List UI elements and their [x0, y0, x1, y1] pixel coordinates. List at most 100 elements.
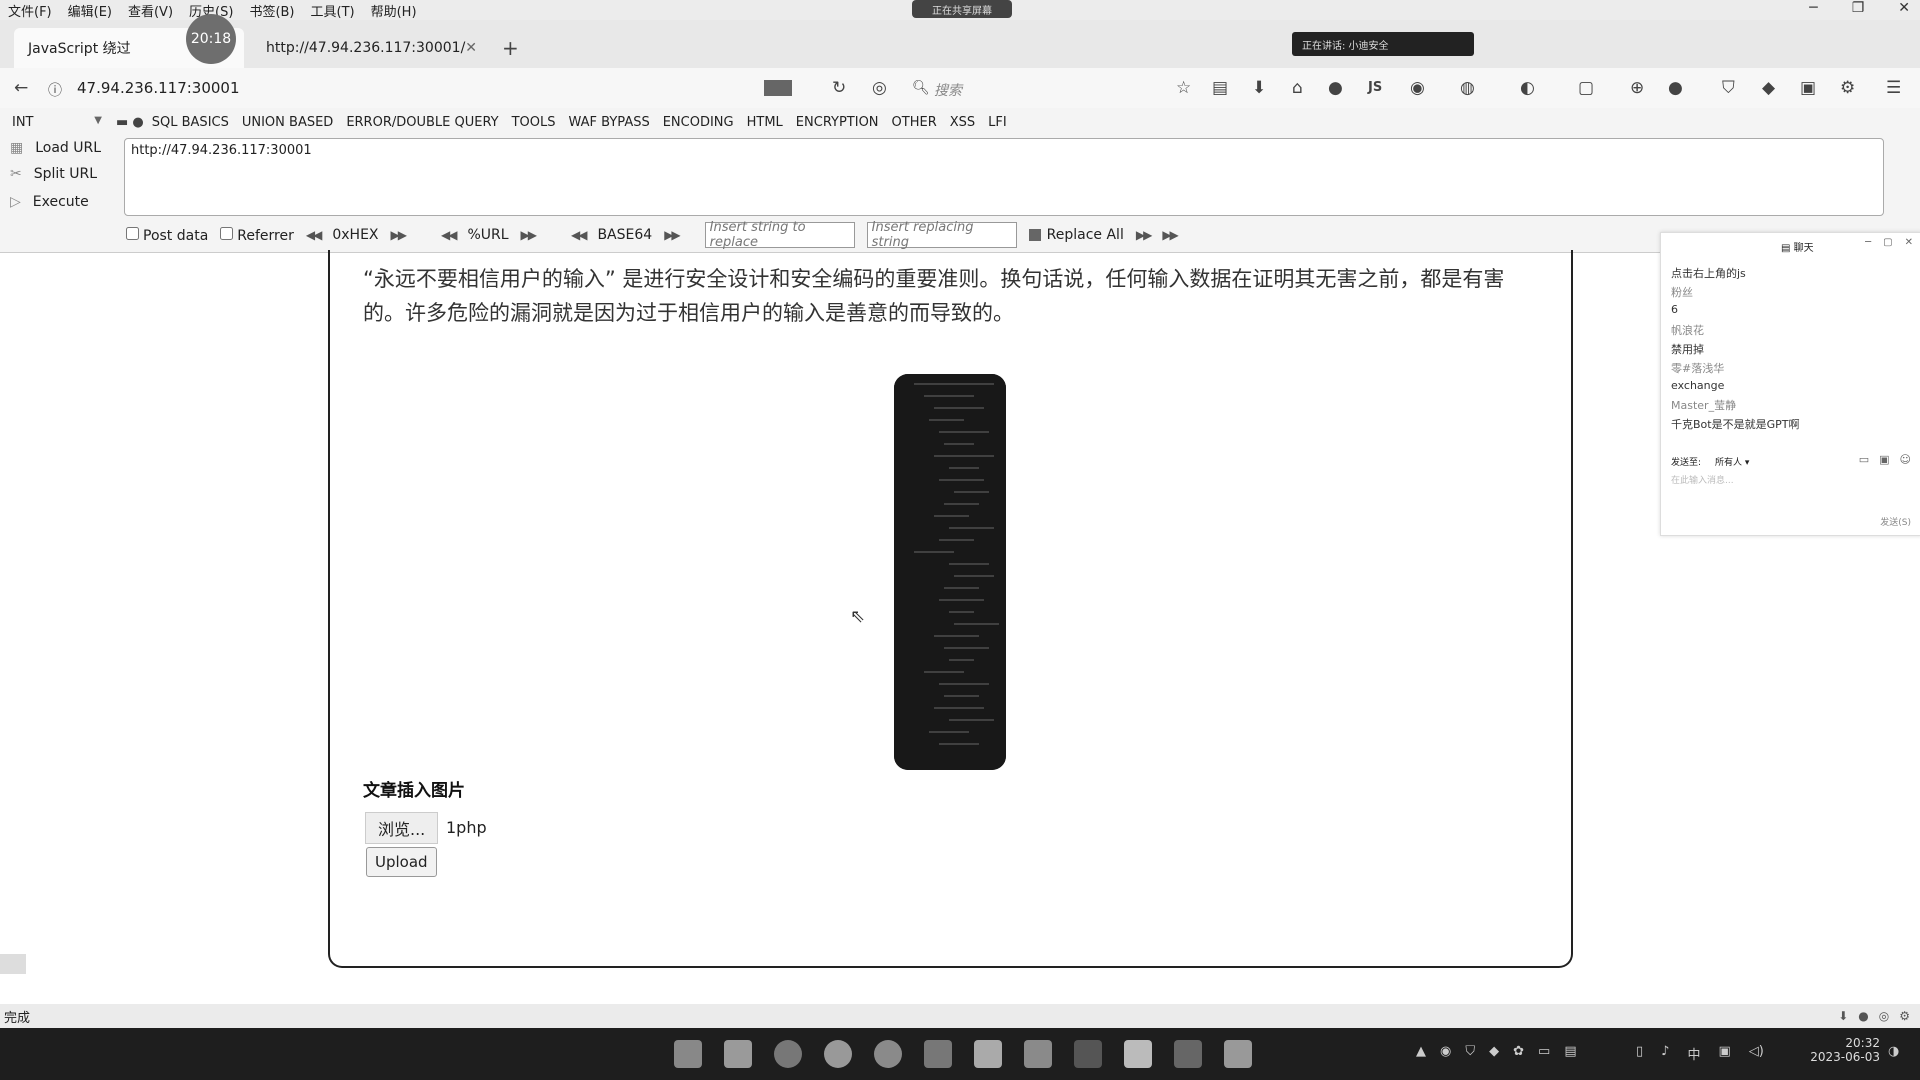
- security-shield-icon[interactable]: ⛉: [1722, 78, 1735, 98]
- shield-icon[interactable]: ◎: [872, 78, 887, 98]
- extension-icon[interactable]: ●: [1328, 78, 1343, 98]
- close-window-icon[interactable]: ✕: [1898, 0, 1910, 16]
- tab-close-icon[interactable]: ✕: [465, 40, 477, 56]
- tray-app-icon[interactable]: ▲: [1416, 1044, 1426, 1059]
- upload-button[interactable]: Upload: [366, 847, 437, 877]
- tray-camera-icon[interactable]: ◉: [1440, 1044, 1451, 1059]
- minimize-icon[interactable]: ─: [1809, 0, 1817, 16]
- clock[interactable]: 20:32 2023-06-03: [1800, 1036, 1880, 1064]
- hackbar-menu-waf-bypass[interactable]: WAF BYPASS: [569, 115, 650, 130]
- ime-indicator[interactable]: 中: [1687, 1044, 1700, 1063]
- replace-next-icon[interactable]: ▶▶: [1162, 228, 1179, 242]
- hackbar-menu-sql-basics[interactable]: SQL BASICS: [152, 115, 229, 130]
- url-decode-arrow-icon[interactable]: ◀◀: [441, 228, 458, 242]
- reload-icon[interactable]: ↻: [832, 78, 846, 98]
- hackbar-menu-error-query[interactable]: ERROR/DOUBLE QUERY: [346, 115, 498, 130]
- reader-icon[interactable]: [764, 80, 792, 96]
- menu-bookmarks[interactable]: 书签(B): [241, 1, 302, 20]
- microphone-icon[interactable]: ♪: [1661, 1044, 1669, 1063]
- battery-icon[interactable]: ▯: [1636, 1044, 1643, 1063]
- notification-icon[interactable]: ◑: [1888, 1044, 1899, 1059]
- addon-icon[interactable]: ▣: [1800, 78, 1816, 98]
- hackbar-menu-tools[interactable]: TOOLS: [512, 115, 556, 130]
- security-app-icon[interactable]: [1224, 1040, 1252, 1068]
- send-to-select[interactable]: 所有人 ▾: [1715, 455, 1749, 468]
- download-icon[interactable]: ⬇: [1252, 78, 1266, 98]
- back-icon[interactable]: ←: [14, 78, 28, 98]
- info-icon[interactable]: ⓘ: [48, 80, 62, 100]
- phpstorm-icon[interactable]: [1174, 1040, 1202, 1068]
- menu-hamburger-icon[interactable]: ☰: [1886, 78, 1901, 98]
- tool-icon[interactable]: ◉: [1410, 78, 1425, 98]
- menu-tools[interactable]: 工具(T): [303, 1, 363, 20]
- hackbar-menu-union-based[interactable]: UNION BASED: [242, 115, 333, 130]
- tab-url[interactable]: http://47.94.236.117:30001/ ✕: [252, 28, 482, 68]
- search-input[interactable]: 搜索: [934, 80, 962, 100]
- hex-encode-arrow-icon[interactable]: ▶▶: [391, 228, 408, 242]
- chat-minimize-icon[interactable]: ─: [1865, 237, 1871, 248]
- app-cloud-icon[interactable]: [1074, 1040, 1102, 1068]
- hackbar-menu-encoding[interactable]: ENCODING: [663, 115, 734, 130]
- restore-icon[interactable]: ❐: [1852, 0, 1865, 16]
- globe-icon[interactable]: ◐: [1520, 78, 1535, 98]
- tray-chat-icon[interactable]: ▤: [1564, 1044, 1576, 1059]
- replace-all-button[interactable]: Replace All: [1028, 227, 1124, 243]
- address-bar[interactable]: 47.94.236.117:30001: [77, 79, 240, 97]
- referrer-checkbox[interactable]: Referrer: [220, 226, 294, 244]
- volume-icon[interactable]: ◁): [1749, 1044, 1764, 1063]
- edge-browser-icon[interactable]: [774, 1040, 802, 1068]
- tray-monitor-icon[interactable]: ▭: [1538, 1044, 1550, 1059]
- app-shirt-icon[interactable]: [974, 1040, 1002, 1068]
- screenshot-icon[interactable]: ▢: [1578, 78, 1594, 98]
- replace-search-input[interactable]: Insert string to replace: [704, 220, 855, 250]
- firefox-icon[interactable]: [874, 1040, 902, 1068]
- hackbar-menu-html[interactable]: HTML: [747, 115, 783, 130]
- reading-list-icon[interactable]: ▤: [1212, 78, 1228, 98]
- hackbar-type-select[interactable]: INT ▼: [12, 115, 102, 130]
- hackbar-menu-encryption[interactable]: ENCRYPTION: [796, 115, 879, 130]
- base64-decode-arrow-icon[interactable]: ◀◀: [571, 228, 588, 242]
- chat-send-button[interactable]: 发送(S): [1880, 515, 1911, 528]
- post-data-checkbox[interactable]: Post data: [126, 226, 208, 244]
- sidebar-toggle-icon[interactable]: [0, 954, 26, 974]
- new-tab-icon[interactable]: +: [502, 36, 519, 60]
- chat-close-icon[interactable]: ✕: [1905, 237, 1913, 248]
- chrome-icon[interactable]: [824, 1040, 852, 1068]
- js-icon[interactable]: JS: [1368, 80, 1382, 95]
- file-explorer-icon[interactable]: [724, 1040, 752, 1068]
- hackbar-menu-xss[interactable]: XSS: [950, 115, 975, 130]
- replace-arrow-icon[interactable]: ▶▶: [1136, 228, 1153, 242]
- chat-user-icon[interactable]: ☺: [1900, 453, 1911, 466]
- hackbar-menu-other[interactable]: OTHER: [892, 115, 937, 130]
- load-url-button[interactable]: ▦ Load URL: [10, 140, 101, 156]
- java-icon[interactable]: [1124, 1040, 1152, 1068]
- network-icon[interactable]: ▣: [1718, 1044, 1730, 1063]
- menu-edit[interactable]: 编辑(E): [60, 1, 120, 20]
- tray-shield-icon[interactable]: ⛉: [1465, 1044, 1475, 1059]
- base64-encode-arrow-icon[interactable]: ▶▶: [664, 228, 681, 242]
- abp-icon[interactable]: ●: [1668, 78, 1683, 98]
- menu-help[interactable]: 帮助(H): [363, 1, 425, 20]
- hex-decode-arrow-icon[interactable]: ◀◀: [306, 228, 323, 242]
- app-photo-icon[interactable]: [1024, 1040, 1052, 1068]
- chat-message-input[interactable]: 在此输入消息...: [1671, 473, 1909, 509]
- menu-view[interactable]: 查看(V): [120, 1, 181, 20]
- hackbar-menu-lfi[interactable]: LFI: [988, 115, 1007, 130]
- hackbar-icon[interactable]: ◆: [1762, 78, 1775, 98]
- home-icon[interactable]: ⌂: [1292, 78, 1303, 98]
- execute-button[interactable]: ▷ Execute: [10, 194, 89, 210]
- split-url-button[interactable]: ✂ Split URL: [10, 166, 97, 182]
- sync-icon[interactable]: ⚙: [1840, 78, 1855, 98]
- chat-file-icon[interactable]: ▭: [1859, 453, 1869, 466]
- hackbar-url-textarea[interactable]: http://47.94.236.117:30001: [124, 138, 1884, 216]
- bookmark-star-icon[interactable]: ☆: [1176, 78, 1191, 98]
- palette-icon[interactable]: ◍: [1460, 78, 1475, 98]
- browse-button[interactable]: 浏览...: [365, 812, 439, 844]
- chat-image-icon[interactable]: ▣: [1879, 453, 1889, 466]
- status-settings-icon[interactable]: ⚙: [1899, 1009, 1910, 1023]
- status-ext-icon[interactable]: ●: [1858, 1009, 1868, 1023]
- status-globe-icon[interactable]: ◎: [1879, 1009, 1889, 1023]
- status-download-icon[interactable]: ⬇: [1838, 1009, 1848, 1023]
- zoom-icon[interactable]: ⊕: [1630, 78, 1644, 98]
- tray-flower-icon[interactable]: ✿: [1513, 1044, 1524, 1059]
